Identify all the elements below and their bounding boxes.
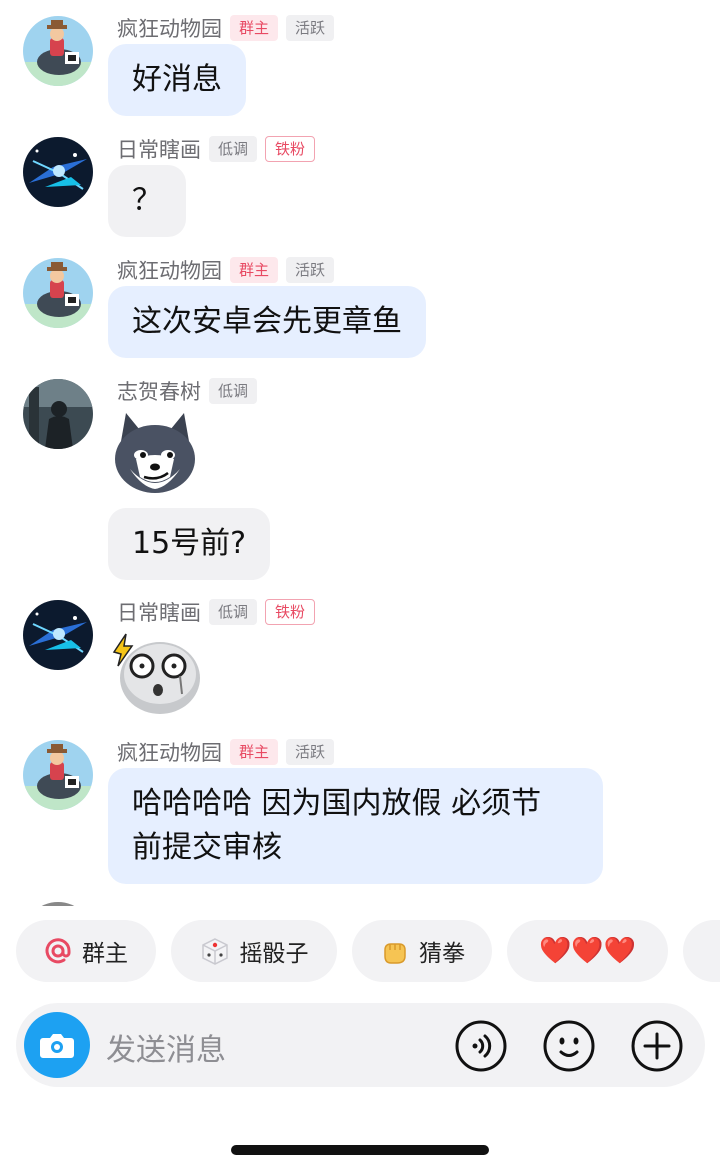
username[interactable]: 日常瞎画: [117, 597, 201, 627]
avatar[interactable]: [23, 137, 93, 207]
quick-reply-hearts[interactable]: ❤️❤️❤️: [507, 920, 668, 982]
username[interactable]: 疯狂动物园: [117, 737, 222, 767]
chip-label: 群主: [82, 941, 128, 967]
fist-icon: [379, 936, 409, 966]
avatar[interactable]: [23, 258, 93, 328]
smiley-icon: [543, 1020, 595, 1072]
avatar[interactable]: [23, 379, 93, 449]
message-bubble[interactable]: 好消息: [108, 44, 246, 116]
emoji-button[interactable]: [542, 1019, 596, 1073]
avatar[interactable]: [23, 740, 93, 810]
dice-icon: [200, 936, 230, 966]
quick-reply-bar[interactable]: 群主 摇骰子 猜拳 ❤️❤️❤️: [0, 920, 720, 984]
activity-badge: 活跃: [286, 739, 335, 765]
quick-reply-more[interactable]: [683, 920, 720, 982]
role-badge: 低调: [209, 599, 258, 625]
avatar[interactable]: [23, 16, 93, 86]
avatar[interactable]: [23, 600, 93, 670]
home-indicator[interactable]: [231, 1145, 489, 1155]
activity-badge: 活跃: [286, 15, 335, 41]
role-badge: 群主: [230, 15, 279, 41]
message-bubble[interactable]: ？: [108, 165, 186, 237]
at-icon: [44, 937, 72, 965]
add-button[interactable]: [630, 1019, 684, 1073]
husky-sticker[interactable]: [108, 407, 202, 505]
message-input-bar: 发送消息: [16, 1003, 705, 1087]
username[interactable]: 日常瞎画: [117, 134, 201, 164]
fan-badge: 铁粉: [265, 599, 316, 625]
quick-reply-dice[interactable]: 摇骰子: [171, 920, 337, 982]
role-badge: 低调: [209, 136, 258, 162]
message-bubble[interactable]: 15号前?: [108, 508, 271, 580]
voice-button[interactable]: [454, 1019, 508, 1073]
message-line: 哈哈哈哈 因为国内放假 必须节: [132, 786, 542, 821]
role-badge: 群主: [230, 739, 279, 765]
message-line: 前提交审核: [132, 830, 282, 865]
avatar[interactable]: [23, 902, 93, 906]
activity-badge: 活跃: [286, 257, 335, 283]
camera-button[interactable]: [24, 1012, 90, 1078]
username[interactable]: 志贺春树: [117, 376, 201, 406]
plus-icon: [631, 1020, 683, 1072]
quick-reply-rock-paper-scissors[interactable]: 猜拳: [352, 920, 492, 982]
chip-label: 摇骰子: [239, 941, 309, 967]
username[interactable]: 疯狂动物园: [117, 13, 222, 43]
message-input[interactable]: 发送消息: [106, 1025, 226, 1069]
fan-badge: 铁粉: [265, 136, 316, 162]
username[interactable]: 疯狂动物园: [117, 255, 222, 285]
chip-label: 猜拳: [419, 941, 465, 967]
role-badge: 低调: [209, 378, 258, 404]
quick-reply-mention-owner[interactable]: 群主: [16, 920, 156, 982]
role-badge: 群主: [230, 257, 279, 283]
chat-area[interactable]: 疯狂动物园 群主 活跃 好消息 日常瞎画 低调 铁粉 ？ 疯狂动物园 群主 活跃…: [0, 0, 720, 906]
shocked-emoji-sticker[interactable]: [108, 632, 204, 722]
camera-icon: [40, 1034, 74, 1058]
hearts-icon: ❤️❤️❤️: [538, 936, 637, 966]
message-bubble[interactable]: 哈哈哈哈 因为国内放假 必须节 前提交审核: [108, 768, 603, 884]
message-bubble[interactable]: 这次安卓会先更章鱼: [108, 286, 426, 358]
voice-icon: [455, 1020, 507, 1072]
